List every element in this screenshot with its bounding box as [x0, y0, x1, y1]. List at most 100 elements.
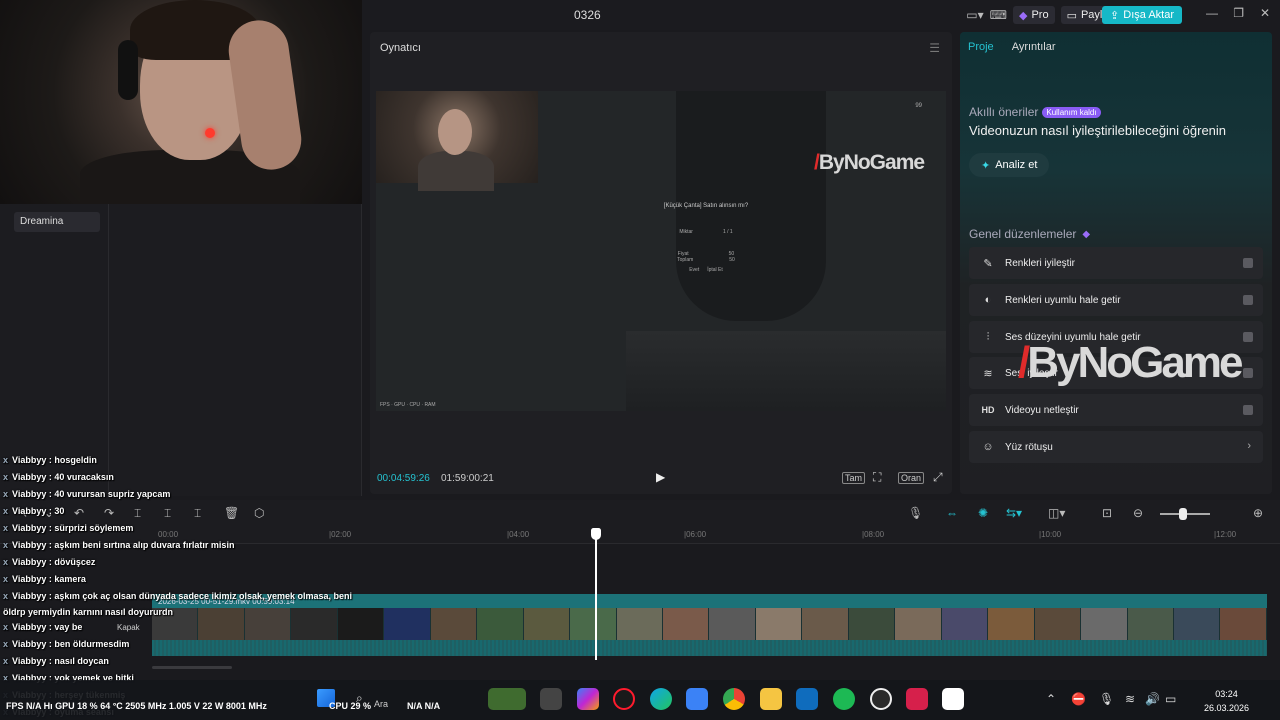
chat-badge-icon: x [3, 489, 9, 499]
outlook-icon[interactable] [796, 688, 818, 710]
search-placeholder[interactable]: Ara [374, 699, 388, 709]
cancel-option: İptal Et [707, 267, 723, 273]
clip-thumbnail [430, 608, 478, 640]
diamond-icon: ◆ [1018, 9, 1028, 22]
clip-thumbnail [709, 608, 756, 640]
ratio-button[interactable]: Oran [898, 472, 925, 484]
chat-text: ben öldurmesdim [54, 639, 130, 649]
shortcut-icon[interactable]: ⌨ [990, 8, 1007, 22]
webcam-person-arm [224, 16, 306, 174]
preview-axis-icon[interactable]: ◫▾ [1048, 506, 1065, 520]
clip-thumbnail [1220, 608, 1267, 640]
zoom-slider-knob[interactable] [1179, 508, 1187, 520]
minimize-icon[interactable]: — [1206, 6, 1218, 20]
chat-text: dövüşcez [54, 557, 96, 567]
waveform-icon: ≋ [983, 367, 993, 380]
tray-app-icon[interactable]: ⛔ [1071, 692, 1086, 706]
chat-user: Viabbyy [12, 574, 47, 584]
expand-icon[interactable]: ⤢ [933, 470, 943, 485]
feature-label: Renkleri uyumlu hale getir [1005, 294, 1121, 306]
game-hud-stats: FPS · GPU · CPU · RAM [380, 402, 436, 408]
export-button[interactable]: ⇪ Dışa Aktar [1102, 6, 1182, 24]
layout-icon[interactable]: ▭▾ [966, 8, 983, 22]
clip-thumbnail [802, 608, 849, 640]
crop-icon[interactable]: ⛶ [873, 470, 881, 485]
task-view-icon[interactable] [540, 688, 562, 710]
store-icon[interactable] [686, 688, 708, 710]
chat-badge-icon: x [3, 656, 9, 666]
analyze-button[interactable]: ✦ Analiz et [969, 153, 1050, 177]
general-edits-heading: Genel düzenlemeler ◆ [969, 227, 1090, 241]
link-icon[interactable]: ⇔ [946, 506, 958, 520]
feature-enhance-colors[interactable]: ✎ Renkleri iyileştir [969, 247, 1263, 279]
chat-user: Viabbyy [12, 489, 47, 499]
chat-badge-icon: x [3, 622, 9, 632]
app-icon[interactable] [906, 688, 928, 710]
toggle[interactable] [1243, 295, 1253, 305]
chat-badge-icon: x [3, 574, 9, 584]
toggle[interactable] [1243, 368, 1253, 378]
obs-icon[interactable] [870, 688, 892, 710]
feature-sharpen-video[interactable]: HD Videoyu netleştir [969, 394, 1263, 426]
yes-option: Evet [689, 267, 700, 273]
total-label: Toplam [677, 257, 694, 263]
volume-icon[interactable]: 🔊 [1145, 692, 1160, 706]
chat-user: Viabbyy [12, 622, 47, 632]
close-icon[interactable]: ✕ [1260, 6, 1270, 20]
tab-project[interactable]: Proje [968, 41, 994, 53]
palette-icon: ◐ [984, 294, 992, 306]
folder-icon[interactable] [760, 688, 782, 710]
search-icon[interactable]: ⌕ [356, 691, 363, 706]
widget-icon[interactable] [488, 688, 526, 710]
chevron-up-icon[interactable]: ⌃ [1046, 692, 1056, 706]
system-clock[interactable]: 03:24 26.03.2026 [1204, 687, 1249, 715]
edge-icon[interactable] [650, 688, 672, 710]
toggle[interactable] [1243, 258, 1253, 268]
clip-thumbnail [895, 608, 942, 640]
toggle[interactable] [1243, 405, 1253, 415]
player-controls: 00:04:59:26 01:59:00:21 ▶ Tam ⛶ Oran ⤢ [370, 462, 952, 490]
chat-text: vay be [54, 622, 83, 632]
clip-thumbnail [662, 608, 710, 640]
copilot-icon[interactable] [577, 688, 599, 710]
tab-details[interactable]: Ayrıntılar [1012, 41, 1056, 53]
sidebar-item-dreamina[interactable]: Dreamina [14, 212, 100, 232]
windows-taskbar: FPS N/A Hı GPU 18 % 64 °C 2505 MHz 1.005… [0, 680, 1280, 720]
chrome-icon[interactable] [723, 688, 745, 710]
wifi-icon[interactable]: ≋ [1125, 692, 1135, 706]
chat-user: Viabbyy [12, 656, 47, 666]
chat-user: Viabbyy [12, 472, 47, 482]
feature-label: Renkleri iyileştir [1005, 257, 1076, 269]
magnet-icon[interactable]: ✺ [978, 506, 988, 520]
ruler-tick: |04:00 [507, 530, 530, 539]
microphone-icon[interactable]: 🎙 [908, 506, 923, 520]
fit-icon[interactable]: ⊡ [1102, 506, 1112, 520]
chat-message: x Viabbyy : sürprizi söylemem [3, 523, 134, 533]
clip-thumbnail [988, 608, 1035, 640]
feature-match-colors[interactable]: ◐ Renkleri uyumlu hale getir [969, 284, 1263, 316]
restore-icon[interactable]: ❐ [1233, 6, 1244, 20]
video-preview[interactable]: 99 /ByNoGame [Küçük Çanta] Satın alınsın… [376, 91, 946, 411]
capcut-icon[interactable] [942, 688, 964, 710]
chat-badge-icon: x [3, 540, 9, 550]
snap-icon[interactable]: ⇆▾ [1006, 506, 1022, 520]
toggle[interactable] [1243, 332, 1253, 342]
microphone-icon[interactable]: 🎙 [1099, 692, 1114, 706]
feature-face-retouch[interactable]: ☺ Yüz rötuşu › [969, 431, 1263, 463]
share-icon: ▭ [1066, 9, 1077, 22]
opera-icon[interactable] [613, 688, 635, 710]
clip-thumbnail [1173, 608, 1221, 640]
play-icon[interactable]: ▶ [656, 470, 665, 484]
clip-thumbnail [755, 608, 803, 640]
pro-button[interactable]: ◆ Pro [1012, 6, 1055, 24]
playhead-handle[interactable] [591, 528, 601, 540]
battery-icon[interactable]: ▭ [1165, 692, 1176, 706]
zoom-out-icon[interactable]: ⊖ [1133, 506, 1143, 520]
playhead[interactable] [595, 530, 597, 660]
fullscreen-quality-button[interactable]: Tam [842, 472, 866, 484]
zoom-in-icon[interactable]: ⊕ [1253, 506, 1263, 520]
chat-user: Viabbyy [12, 455, 47, 465]
webcam-feed [0, 0, 362, 204]
spotify-icon[interactable] [833, 688, 855, 710]
menu-icon[interactable]: ☰ [929, 41, 940, 55]
